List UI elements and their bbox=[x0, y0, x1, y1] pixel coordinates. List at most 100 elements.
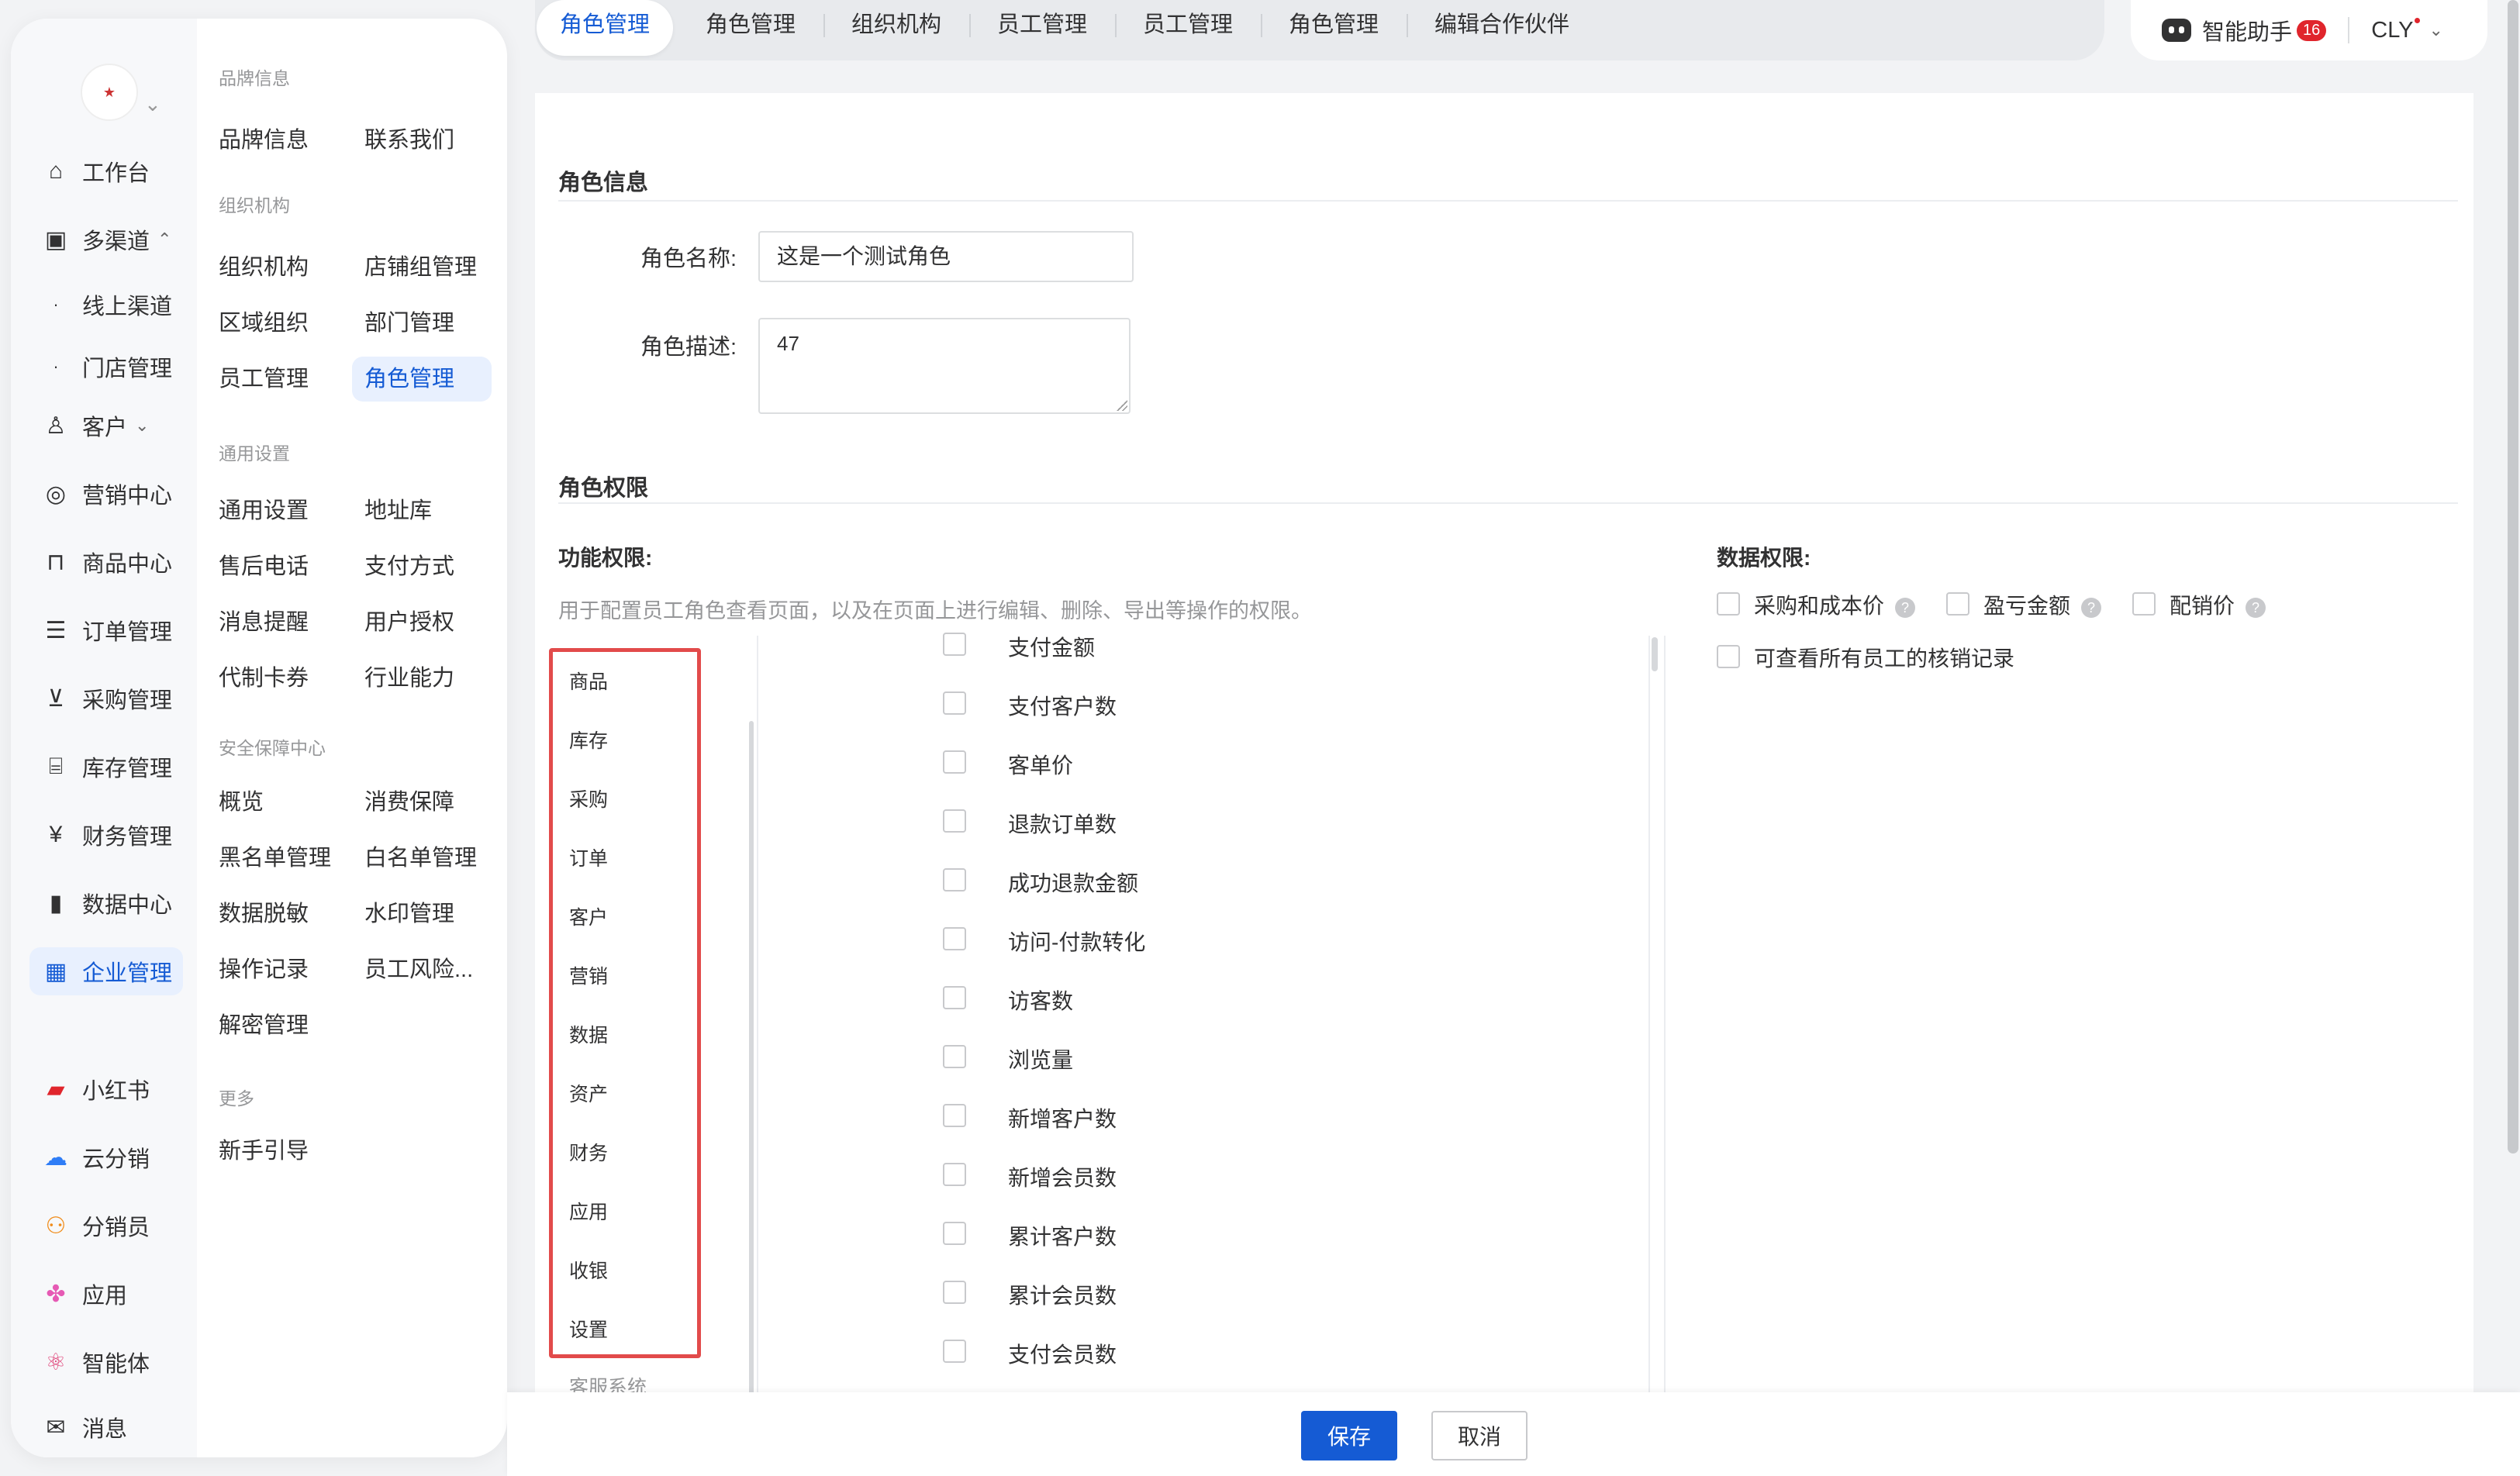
tab-organization[interactable]: 组织机构 bbox=[828, 0, 965, 56]
chevron-down-icon[interactable]: ⌄ bbox=[2429, 20, 2443, 40]
tab-role-management[interactable]: 角色管理 bbox=[1265, 0, 1402, 56]
nav-store-management[interactable]: · 门店管理 bbox=[29, 343, 183, 391]
checkbox[interactable] bbox=[943, 1340, 966, 1363]
nav-marketing[interactable]: ◎ 营销中心 bbox=[29, 470, 183, 518]
tab-employee-management[interactable]: 员工管理 bbox=[1120, 0, 1256, 56]
checkbox[interactable] bbox=[943, 809, 966, 833]
nav-distributors[interactable]: ⚇ 分销员 bbox=[29, 1202, 161, 1250]
category-item[interactable]: 资产 bbox=[569, 1079, 608, 1107]
items-scrollbar[interactable] bbox=[1652, 637, 1658, 671]
checkbox[interactable] bbox=[943, 633, 966, 656]
page-scrollbar[interactable] bbox=[2508, 0, 2518, 1154]
nav-label: 消息 bbox=[82, 1417, 128, 1442]
category-item[interactable]: 商品 bbox=[569, 667, 608, 695]
category-item[interactable]: 数据 bbox=[569, 1020, 608, 1048]
subnav-item-role-management[interactable]: 角色管理 bbox=[352, 357, 492, 402]
subnav-item[interactable]: 售后电话 bbox=[206, 544, 321, 589]
nav-workbench[interactable]: ⌂ 工作台 bbox=[29, 147, 161, 195]
tab-employee-management[interactable]: 员工管理 bbox=[974, 0, 1110, 56]
category-item[interactable]: 订单 bbox=[569, 843, 608, 871]
subnav-item[interactable]: 黑名单管理 bbox=[206, 836, 343, 881]
help-icon[interactable]: ? bbox=[2081, 597, 2102, 618]
subnav-item[interactable]: 员工风险... bbox=[352, 947, 485, 992]
nav-online-channel[interactable]: · 线上渠道 bbox=[29, 281, 183, 329]
checkbox[interactable] bbox=[943, 1104, 966, 1127]
category-item[interactable]: 客户 bbox=[569, 902, 608, 930]
subnav-item[interactable]: 白名单管理 bbox=[352, 836, 489, 881]
subnav-item[interactable]: 品牌信息 bbox=[206, 118, 321, 163]
nav-multichannel[interactable]: ▣ 多渠道 ⌃ bbox=[29, 216, 182, 264]
tab-edit-partner[interactable]: 编辑合作伙伴 bbox=[1411, 0, 1593, 56]
subnav-item[interactable]: 联系我们 bbox=[352, 118, 467, 163]
subnav-item[interactable]: 行业能力 bbox=[352, 656, 467, 701]
nav-messages[interactable]: ✉ 消息 bbox=[29, 1403, 138, 1451]
subnav-item[interactable]: 数据脱敏 bbox=[206, 891, 321, 936]
nav-apps[interactable]: ✤ 应用 bbox=[29, 1270, 138, 1318]
subnav-item[interactable]: 新手引导 bbox=[206, 1129, 321, 1174]
checkbox[interactable] bbox=[943, 691, 966, 715]
subnav-item[interactable]: 代制卡券 bbox=[206, 656, 321, 701]
save-button[interactable]: 保存 bbox=[1301, 1411, 1397, 1460]
subnav-item[interactable]: 用户授权 bbox=[352, 600, 467, 645]
checkbox[interactable] bbox=[943, 1281, 966, 1304]
nav-cloud-distribution[interactable]: ☁ 云分销 bbox=[29, 1133, 161, 1181]
checkbox[interactable] bbox=[943, 986, 966, 1009]
subnav-item[interactable]: 通用设置 bbox=[206, 488, 321, 533]
checkbox[interactable] bbox=[1946, 592, 1969, 616]
checkbox[interactable] bbox=[943, 1222, 966, 1245]
nav-goods[interactable]: ⊓ 商品中心 bbox=[29, 538, 183, 586]
checkbox[interactable] bbox=[2132, 592, 2156, 616]
checkbox[interactable] bbox=[943, 1163, 966, 1186]
subnav-item[interactable]: 消费保障 bbox=[352, 780, 467, 825]
assistant-button[interactable]: 智能助手 bbox=[2202, 14, 2292, 47]
help-icon[interactable]: ? bbox=[2246, 597, 2266, 618]
nav-agents[interactable]: ⚛ 智能体 bbox=[29, 1338, 161, 1386]
tab-role-management[interactable]: 角色管理 bbox=[682, 0, 819, 56]
user-menu[interactable]: CLY bbox=[2371, 17, 2420, 43]
checkbox[interactable] bbox=[943, 750, 966, 774]
nav-orders[interactable]: ☰ 订单管理 bbox=[29, 606, 183, 654]
role-name-input[interactable]: 这是一个测试角色 bbox=[758, 231, 1134, 282]
category-scrollbar[interactable] bbox=[749, 721, 754, 1403]
checkbox[interactable] bbox=[943, 927, 966, 950]
subnav-item[interactable]: 组织机构 bbox=[206, 245, 321, 290]
checkbox[interactable] bbox=[1717, 592, 1740, 616]
role-desc-textarea[interactable]: 47 bbox=[758, 318, 1131, 414]
category-item[interactable]: 收银 bbox=[569, 1256, 608, 1284]
nav-data-center[interactable]: ▮ 数据中心 bbox=[29, 879, 183, 927]
subnav-item[interactable]: 消息提醒 bbox=[206, 600, 321, 645]
subnav-item[interactable]: 支付方式 bbox=[352, 544, 467, 589]
nav-customer[interactable]: ♙ 客户 ⌄ bbox=[29, 402, 160, 450]
subnav-item[interactable]: 解密管理 bbox=[206, 1003, 321, 1048]
category-item[interactable]: 库存 bbox=[569, 726, 608, 754]
checkbox[interactable] bbox=[1717, 645, 1740, 668]
account-switcher[interactable]: ★ ⌄ bbox=[81, 64, 161, 121]
checkbox[interactable] bbox=[943, 1045, 966, 1068]
avatar[interactable]: ★ bbox=[81, 64, 138, 121]
subnav-item[interactable]: 水印管理 bbox=[352, 891, 467, 936]
cancel-button[interactable]: 取消 bbox=[1431, 1411, 1528, 1460]
resize-handle[interactable] bbox=[1117, 400, 1127, 411]
robot-icon[interactable] bbox=[2162, 19, 2191, 42]
help-icon[interactable]: ? bbox=[1895, 597, 1916, 618]
category-item[interactable]: 应用 bbox=[569, 1197, 608, 1225]
nav-purchase[interactable]: ⊻ 采购管理 bbox=[29, 674, 183, 722]
category-item[interactable]: 营销 bbox=[569, 961, 608, 989]
subnav-item[interactable]: 概览 bbox=[206, 780, 276, 825]
chevron-down-icon[interactable]: ⌄ bbox=[144, 92, 161, 116]
subnav-item[interactable]: 地址库 bbox=[352, 488, 444, 533]
checkbox[interactable] bbox=[943, 868, 966, 891]
subnav-item[interactable]: 部门管理 bbox=[352, 301, 467, 346]
subnav-item[interactable]: 操作记录 bbox=[206, 947, 321, 992]
subnav-item[interactable]: 员工管理 bbox=[206, 357, 321, 402]
nav-inventory[interactable]: ⌸ 库存管理 bbox=[29, 743, 183, 791]
subnav-item[interactable]: 店铺组管理 bbox=[352, 245, 489, 290]
category-item[interactable]: 财务 bbox=[569, 1138, 608, 1166]
nav-finance[interactable]: ¥ 财务管理 bbox=[29, 811, 183, 859]
nav-xiaohongshu[interactable]: ▰ 小红书 bbox=[29, 1065, 161, 1113]
nav-enterprise[interactable]: ▦ 企业管理 bbox=[29, 947, 184, 995]
category-item[interactable]: 采购 bbox=[569, 785, 608, 812]
category-item[interactable]: 设置 bbox=[569, 1315, 608, 1343]
subnav-item[interactable]: 区域组织 bbox=[206, 301, 321, 346]
tab-role-management-active[interactable]: 角色管理 bbox=[537, 0, 674, 56]
